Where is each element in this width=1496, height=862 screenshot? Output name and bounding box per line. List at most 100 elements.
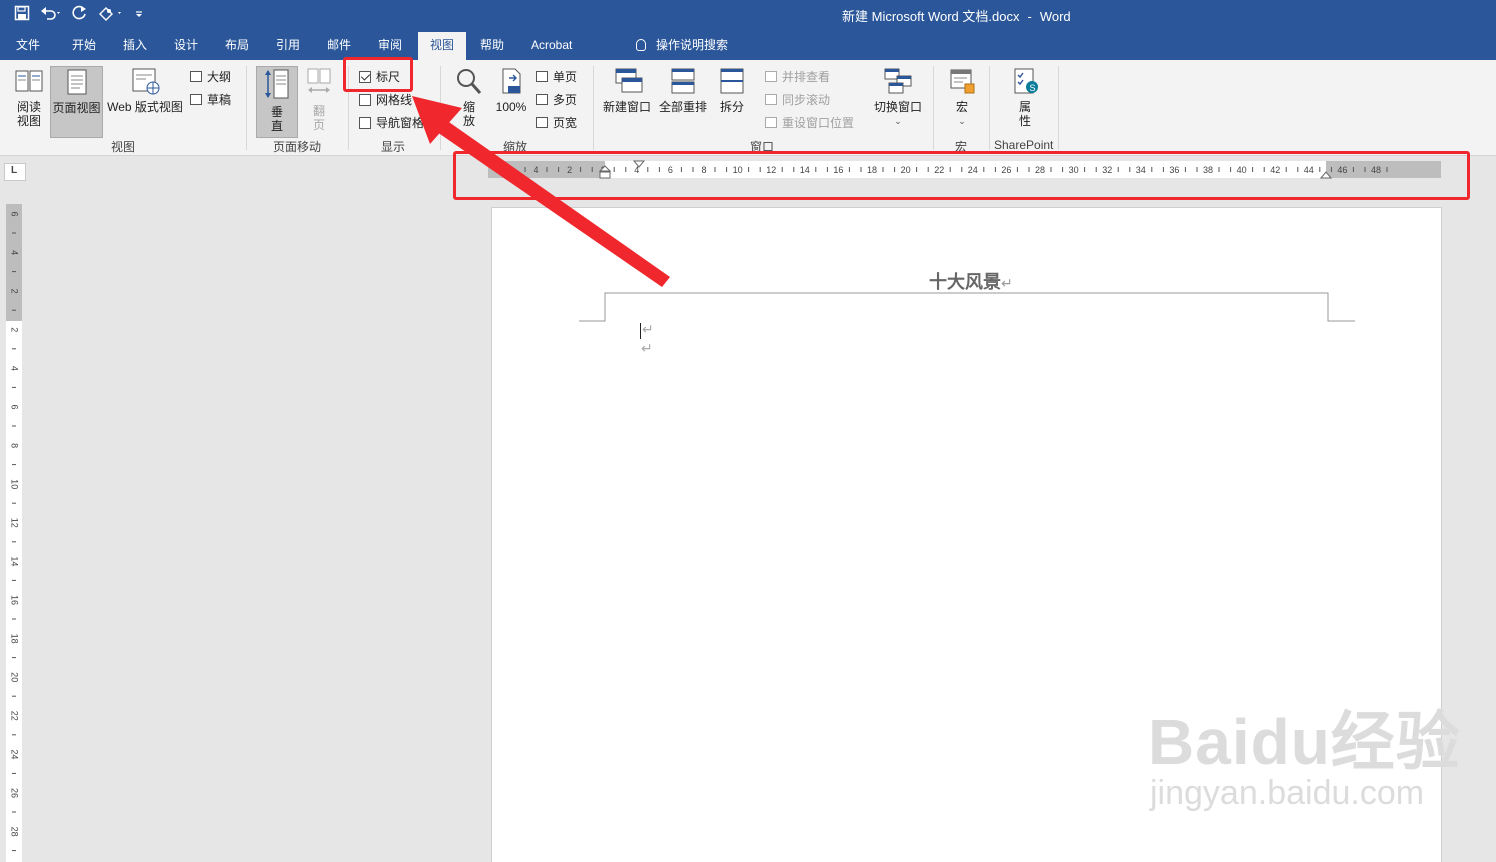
- zoom-label-2: 放: [462, 114, 475, 128]
- tab-file[interactable]: 文件: [10, 32, 46, 60]
- web-layout-label: Web 版式视图: [107, 100, 183, 114]
- show-group-label: 显示: [381, 140, 406, 154]
- ruler-label: 28: [10, 827, 20, 837]
- print-layout-button[interactable]: 页面视图: [50, 66, 103, 138]
- undo-icon[interactable]: [40, 5, 62, 27]
- macros-button[interactable]: 宏 ⌄: [942, 66, 982, 128]
- tab-selector[interactable]: [4, 163, 26, 181]
- one-page-icon: [536, 71, 548, 82]
- tab-layout[interactable]: 布局: [219, 32, 255, 60]
- outline-label: 大纲: [207, 70, 232, 84]
- page-width-button[interactable]: 页宽: [536, 114, 577, 131]
- read-mode-icon: [15, 70, 43, 92]
- multiple-pages-button[interactable]: 多页: [536, 91, 577, 108]
- synchronous-scrolling-button[interactable]: 同步滚动: [765, 91, 830, 108]
- ruler-label: 24: [10, 749, 20, 759]
- tab-insert[interactable]: 插入: [117, 32, 153, 60]
- tab-help[interactable]: 帮助: [474, 32, 510, 60]
- ruler-label: 6: [10, 404, 20, 409]
- arrange-all-button[interactable]: 全部重排: [656, 66, 710, 114]
- tell-me-label: 操作说明搜索: [656, 38, 729, 52]
- sharepoint-group-label: SharePoint: [994, 138, 1054, 152]
- touch-mode-icon[interactable]: [98, 5, 124, 27]
- split-label: 拆分: [719, 100, 744, 114]
- customize-qat-icon[interactable]: [134, 5, 144, 27]
- page-width-label: 页宽: [553, 116, 578, 130]
- tab-view[interactable]: 视图: [418, 32, 467, 60]
- group-divider: [246, 66, 247, 150]
- outline-icon: [190, 71, 202, 82]
- zoom-button[interactable]: 缩 放: [450, 66, 488, 128]
- ruler-label: 22: [10, 711, 20, 721]
- ruler-area-highlight-box: [453, 151, 1470, 200]
- read-mode-label-1: 阅读: [16, 100, 41, 114]
- ribbon-tabs: 文件 开始 插入 设计 布局 引用 邮件 审阅 视图 帮助 Acrobat 操作…: [0, 32, 1496, 60]
- properties-button[interactable]: S 属 性: [1004, 66, 1046, 128]
- switch-windows-icon: [884, 68, 912, 94]
- ruler-label: 4: [10, 366, 20, 371]
- gridlines-check-icon: [359, 93, 371, 106]
- ruler-label: 14: [10, 556, 20, 566]
- web-layout-icon: [132, 68, 160, 95]
- reset-window-position-button[interactable]: 重设窗口位置: [765, 114, 854, 131]
- print-layout-icon: [67, 69, 86, 95]
- sync-scroll-icon: [765, 94, 777, 105]
- outline-button[interactable]: 大纲: [190, 68, 231, 85]
- nav-pane-checkbox[interactable]: 导航窗格: [359, 114, 424, 131]
- tab-references[interactable]: 引用: [270, 32, 306, 60]
- baidu-watermark: Baidu经验 jingyan.baidu.com: [1148, 710, 1461, 812]
- document-heading[interactable]: 十大风景↵: [929, 268, 1013, 294]
- page-movement-group-label: 页面移动: [273, 140, 322, 154]
- tab-mailings[interactable]: 邮件: [321, 32, 357, 60]
- vertical-pages-icon: [265, 69, 289, 99]
- side-label-2: 页: [312, 118, 325, 132]
- reset-position-label: 重设窗口位置: [782, 116, 855, 130]
- window-title: 新建 Microsoft Word 文档.docx - Word: [842, 6, 1071, 25]
- web-layout-button[interactable]: Web 版式视图: [104, 66, 186, 114]
- svg-text:S: S: [1030, 83, 1036, 93]
- group-divider: [1058, 66, 1059, 150]
- gridlines-checkbox[interactable]: 网格线: [359, 91, 412, 108]
- draft-icon: [190, 94, 202, 105]
- arrange-all-label: 全部重排: [658, 100, 707, 114]
- draft-button[interactable]: 草稿: [190, 91, 231, 108]
- save-icon[interactable]: [14, 5, 30, 27]
- ribbon-view: 阅读 视图 页面视图 Web 版式视图 大纲 草稿 视图 垂 直 翻 页 页面移…: [0, 60, 1496, 156]
- tab-acrobat[interactable]: Acrobat: [525, 32, 578, 60]
- redo-icon[interactable]: [72, 5, 88, 27]
- text-cursor: [640, 323, 641, 339]
- gridlines-label: 网格线: [376, 93, 413, 107]
- new-window-button[interactable]: 新建窗口: [600, 66, 654, 114]
- tab-home[interactable]: 开始: [66, 32, 102, 60]
- reset-position-icon: [765, 117, 777, 128]
- ruler-label: 26: [10, 788, 20, 798]
- multiple-pages-icon: [536, 94, 548, 105]
- watermark-url: jingyan.baidu.com: [1150, 774, 1425, 812]
- side-to-side-button[interactable]: 翻 页: [300, 66, 338, 132]
- views-group-label: 视图: [111, 140, 136, 154]
- paragraph-mark: ↵: [641, 340, 653, 356]
- vertical-ruler-scale: 642246810121416182022242628: [10, 211, 20, 852]
- vertical-page-movement-button[interactable]: 垂 直: [256, 66, 298, 138]
- zoom-100-button[interactable]: 100%: [492, 66, 530, 114]
- draft-label: 草稿: [207, 93, 232, 107]
- tell-me-search[interactable]: 操作说明搜索: [636, 32, 728, 60]
- chevron-down-icon: ⌄: [958, 116, 966, 126]
- nav-pane-check-icon: [359, 116, 371, 129]
- vertical-ruler[interactable]: 6 4 2 2 4 6 8 10 12 14 16 18 20 22 24 26 28: [6, 204, 22, 862]
- split-button[interactable]: 拆分: [714, 66, 750, 114]
- vertical-label-1: 垂: [270, 105, 283, 119]
- read-mode-button[interactable]: 阅读 视图: [10, 66, 48, 128]
- switch-windows-button[interactable]: 切换窗口 ⌄: [870, 66, 926, 128]
- ruler-label: 18: [10, 634, 20, 644]
- print-layout-label: 页面视图: [52, 101, 101, 115]
- macros-icon: [950, 69, 975, 94]
- ruler-label: 4: [10, 250, 20, 255]
- tab-design[interactable]: 设计: [168, 32, 204, 60]
- one-page-button[interactable]: 单页: [536, 68, 577, 85]
- title-bar: 新建 Microsoft Word 文档.docx - Word: [0, 0, 1496, 32]
- app-name: Word: [1039, 9, 1071, 24]
- view-side-by-side-button[interactable]: 并排查看: [765, 68, 830, 85]
- tab-review[interactable]: 审阅: [372, 32, 408, 60]
- new-window-icon: [615, 68, 643, 93]
